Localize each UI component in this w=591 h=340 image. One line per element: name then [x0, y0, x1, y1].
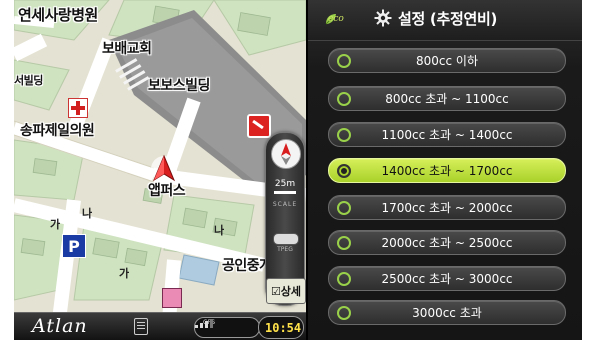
radio-icon[interactable]: [337, 128, 351, 142]
bottom-bar: Atlan GPS 10:54: [14, 312, 306, 340]
map-label: 보배교회: [102, 41, 152, 57]
radio-icon[interactable]: [337, 54, 351, 68]
radio-icon[interactable]: [337, 306, 351, 320]
option-800cc-or-less[interactable]: 800cc 이하: [328, 48, 566, 73]
gear-icon: [374, 9, 392, 27]
gps-signal-icon: [195, 319, 213, 328]
option-1400-1700cc[interactable]: 1400cc 초과 ~ 1700cc: [328, 158, 566, 183]
radio-icon[interactable]: [337, 92, 351, 106]
hospital-cross-icon: [68, 98, 88, 118]
gps-status: GPS: [194, 317, 260, 338]
tpeg-toggle-button[interactable]: [273, 233, 299, 245]
option-2500-3000cc[interactable]: 2500cc 초과 ~ 3000cc: [328, 266, 566, 291]
compass-icon[interactable]: [271, 139, 301, 169]
map-label: 송파제일의원: [20, 123, 95, 139]
radio-icon[interactable]: [337, 164, 351, 178]
radio-icon[interactable]: [337, 201, 351, 215]
map-label: 연세사랑병원: [18, 6, 98, 24]
app-logo: Atlan: [32, 315, 88, 337]
settings-panel: eco 설정 (추정연비) 800cc 이하 800cc 초과 ~ 1100cc…: [306, 0, 582, 340]
radio-icon[interactable]: [337, 272, 351, 286]
tpeg-caption: TPEG: [277, 246, 293, 253]
road-marker: 나: [82, 207, 93, 220]
clock: 10:54: [258, 316, 304, 339]
radio-icon[interactable]: [337, 236, 351, 250]
option-label: 1400cc 초과 ~ 1700cc: [381, 164, 513, 178]
poi-red-icon: [247, 114, 271, 138]
map-label: 앱퍼스: [148, 183, 186, 199]
map-view[interactable]: P 가 나 가 나 연세사랑병원 보배교회 보보스빌딩 송파제일의원 서빌딩 앱…: [14, 0, 306, 340]
option-label: 1100cc 초과 ~ 1400cc: [381, 128, 513, 142]
option-2000-2500cc[interactable]: 2000cc 초과 ~ 2500cc: [328, 230, 566, 255]
option-over-3000cc[interactable]: 3000cc 초과: [328, 300, 566, 325]
option-label: 2000cc 초과 ~ 2500cc: [381, 236, 513, 250]
eco-badge-label: eco: [328, 14, 344, 24]
clock-time: 10:54: [265, 321, 302, 335]
road-marker: 가: [119, 267, 130, 280]
navigation-screen: P 가 나 가 나 연세사랑병원 보배교회 보보스빌딩 송파제일의원 서빌딩 앱…: [14, 0, 582, 340]
map-label: 서빌딩: [14, 74, 43, 87]
menu-icon[interactable]: [134, 318, 148, 335]
option-label: 2500cc 초과 ~ 3000cc: [381, 272, 513, 286]
option-1700-2000cc[interactable]: 1700cc 초과 ~ 2000cc: [328, 195, 566, 220]
map-label: 보보스빌딩: [148, 78, 210, 94]
option-1100-1400cc[interactable]: 1100cc 초과 ~ 1400cc: [328, 122, 566, 147]
option-label: 1700cc 초과 ~ 2000cc: [381, 201, 513, 215]
page-title: 설정 (추정연비): [398, 10, 498, 28]
poi-pink-icon: [162, 288, 182, 308]
road-marker: 가: [50, 218, 61, 231]
option-label: 800cc 이하: [416, 54, 478, 68]
option-label: 800cc 초과 ~ 1100cc: [385, 92, 509, 106]
scale-bar: [274, 191, 296, 194]
panel-header: eco 설정 (추정연비): [308, 0, 582, 41]
option-label: 3000cc 초과: [412, 306, 482, 320]
scale-caption: SCALE: [272, 201, 298, 208]
option-800-1100cc[interactable]: 800cc 초과 ~ 1100cc: [328, 86, 566, 111]
parking-icon: P: [62, 234, 86, 258]
road-marker: 나: [214, 224, 225, 237]
detail-button[interactable]: ☑상세: [266, 278, 306, 304]
scale-value: 25m: [274, 179, 296, 189]
